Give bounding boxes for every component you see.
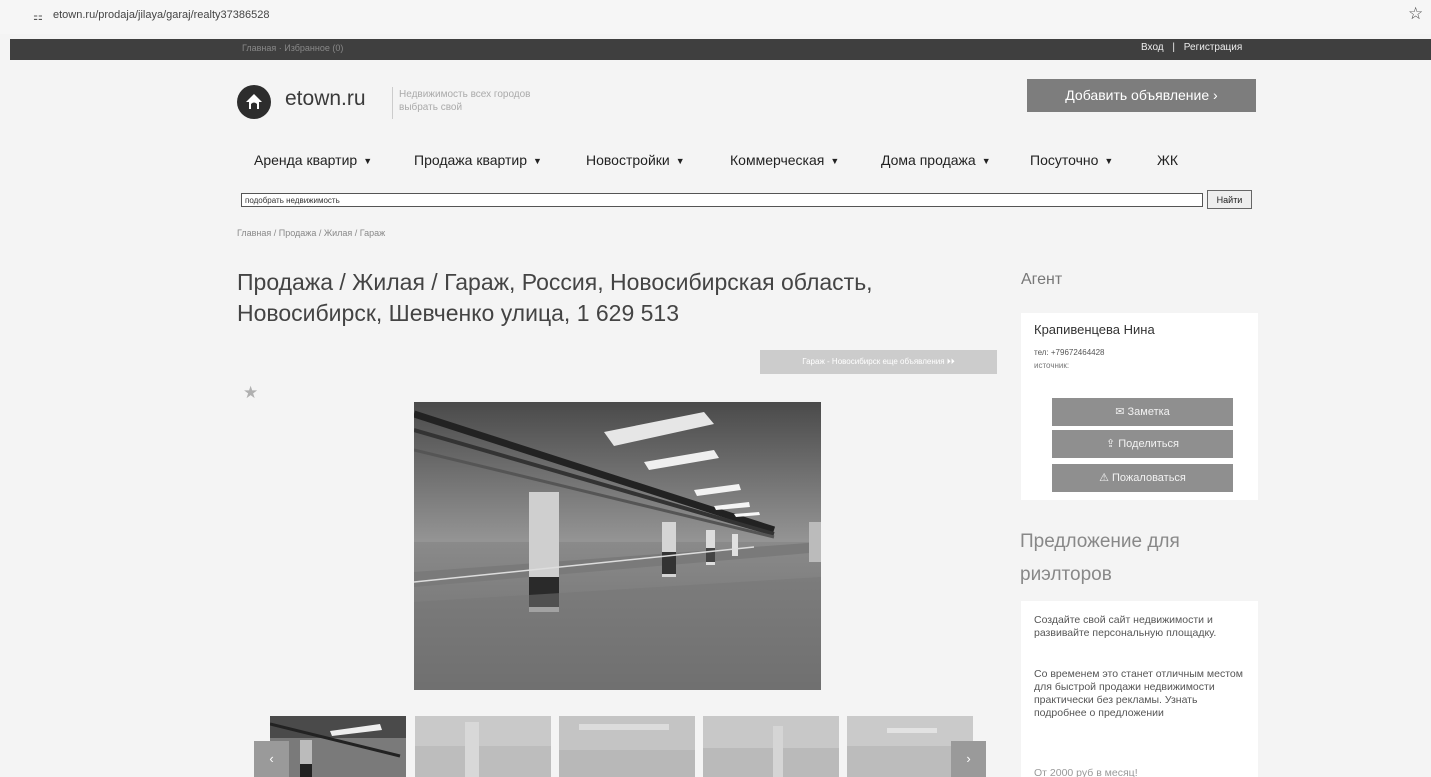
add-listing-button[interactable]: Добавить объявление › xyxy=(1027,79,1256,112)
agent-name: Крапивенцева Нина xyxy=(1034,322,1155,337)
note-button[interactable]: ✉ Заметка xyxy=(1052,398,1233,426)
gallery-prev-button[interactable]: ‹ xyxy=(254,741,289,777)
main-photo[interactable] xyxy=(414,402,821,690)
logo-text[interactable]: etown.ru xyxy=(285,87,366,111)
logo-divider xyxy=(392,87,393,119)
bookmark-star-icon[interactable]: ☆ xyxy=(1408,4,1423,24)
share-button[interactable]: ⇪ Поделиться xyxy=(1052,430,1233,458)
chevron-down-icon: ▼ xyxy=(830,156,840,166)
login-link[interactable]: Вход xyxy=(1141,42,1164,53)
search-input[interactable] xyxy=(241,193,1203,207)
nav-item-complexes[interactable]: ЖК xyxy=(1157,152,1178,168)
thumbnail[interactable] xyxy=(559,716,695,777)
nav-item-label: Коммерческая xyxy=(730,152,825,168)
auth-separator: | xyxy=(1172,42,1176,53)
agent-source: источник: xyxy=(1034,361,1070,370)
thumbnail[interactable] xyxy=(415,716,551,777)
site-info-icon[interactable]: ⚏ xyxy=(33,10,43,23)
search-button[interactable]: Найти xyxy=(1207,190,1252,209)
nav-item-label: Продажа квартир xyxy=(414,152,528,168)
breadcrumb[interactable]: Главная / Продажа / Жилая / Гараж xyxy=(237,228,385,238)
top-strip: Главная · Избранное (0) Вход | Регистрац… xyxy=(10,39,1431,60)
nav-item-label: Новостройки xyxy=(586,152,670,168)
favorite-star-icon[interactable]: ★ xyxy=(243,383,258,403)
nav-item-daily[interactable]: Посуточно ▼ xyxy=(1030,152,1113,168)
nav-item-new-buildings[interactable]: Новостройки ▼ xyxy=(586,152,685,168)
thumbnail[interactable] xyxy=(703,716,839,777)
thumbnail[interactable] xyxy=(270,716,406,777)
nav-item-houses[interactable]: Дома продажа ▼ xyxy=(881,152,991,168)
nav-item-label: Дома продажа xyxy=(881,152,976,168)
nav-item-commercial[interactable]: Коммерческая ▼ xyxy=(730,152,839,168)
chevron-down-icon: ▼ xyxy=(363,156,373,166)
nav-item-label: ЖК xyxy=(1157,152,1179,168)
chevron-down-icon: ▼ xyxy=(533,156,542,166)
site-tagline: Недвижимость всех городов выбрать свой xyxy=(399,89,531,113)
chevron-down-icon: ▼ xyxy=(675,156,685,166)
logo-home-icon[interactable] xyxy=(237,85,271,119)
nav-item-label: Аренда квартир xyxy=(254,152,358,168)
more-listings-button[interactable]: Гараж - Новосибирск еще объявления ⏵⏵ xyxy=(760,350,997,374)
agent-heading: Агент xyxy=(1021,271,1063,288)
offer-text-details[interactable]: Со временем это станет отличным местом д… xyxy=(1034,668,1248,720)
gallery-next-button[interactable]: › xyxy=(951,741,986,777)
nav-item-label: Посуточно xyxy=(1030,152,1099,168)
nav-item-sale[interactable]: Продажа квартир ▼ xyxy=(414,152,542,168)
chevron-down-icon: ▼ xyxy=(981,156,991,166)
auth-links: Вход | Регистрация xyxy=(1138,42,1245,53)
top-left-links[interactable]: Главная · Избранное (0) xyxy=(242,43,343,53)
complain-button[interactable]: ⚠ Пожаловаться xyxy=(1052,464,1233,492)
page-title: Продажа / Жилая / Гараж, Россия, Новосиб… xyxy=(237,269,873,326)
url-text[interactable]: etown.ru/prodaja/jilaya/garaj/realty3738… xyxy=(53,9,269,21)
offer-price: От 2000 руб в месяц! xyxy=(1034,767,1138,777)
browser-address-bar: ⚏ etown.ru/prodaja/jilaya/garaj/realty37… xyxy=(0,0,1431,34)
nav-item-rent[interactable]: Аренда квартир ▼ xyxy=(254,152,372,168)
offer-heading: Предложение для риэлторов xyxy=(1020,531,1180,585)
chevron-down-icon: ▼ xyxy=(1104,156,1114,166)
agent-phone[interactable]: тел: +79672464428 xyxy=(1034,348,1104,357)
register-link[interactable]: Регистрация xyxy=(1184,42,1242,53)
offer-text-intro: Создайте свой сайт недвижимости и развив… xyxy=(1034,614,1217,639)
